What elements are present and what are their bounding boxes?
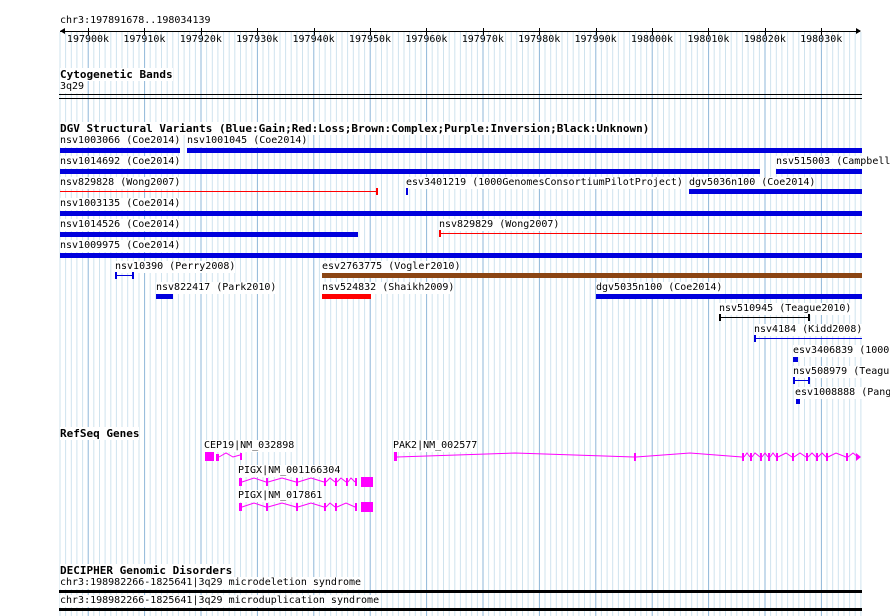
variant-bar-gain[interactable]: [60, 232, 358, 237]
variant-start-marker: [754, 335, 756, 342]
variant-bar-gain[interactable]: [689, 189, 862, 194]
variant-bar-loss[interactable]: [322, 294, 371, 299]
variant-bar-gain[interactable]: [596, 294, 862, 299]
ruler-tick-label: 197930k: [236, 34, 279, 45]
variant-label[interactable]: nsv1014692 (Coe2014): [60, 156, 181, 168]
variant-label[interactable]: nsv1001045 (Coe2014): [187, 135, 308, 147]
ruler-tick-label: 197980k: [518, 34, 561, 45]
variant-bar-small[interactable]: [406, 188, 408, 195]
variant-label[interactable]: esv1008888 (Pang: [795, 387, 890, 399]
ruler-axis: [60, 31, 860, 32]
variant-label[interactable]: nsv829828 (Wong2007): [60, 177, 181, 189]
gene-label[interactable]: CEP19|NM_032898: [204, 440, 295, 452]
ruler-tick-label: 197900k: [66, 34, 110, 45]
disorder-bar[interactable]: [59, 608, 862, 611]
variant-line-unknown[interactable]: [720, 317, 809, 318]
variant-line-gain[interactable]: [116, 275, 133, 276]
ruler-tick-label: 197940k: [292, 34, 335, 45]
variant-start-marker: [793, 377, 795, 384]
variant-bar-gain[interactable]: [60, 169, 760, 174]
gene-label[interactable]: PIGX|NM_017861: [238, 490, 323, 502]
variant-start-marker: [115, 272, 117, 279]
disorder-label[interactable]: chr3:198982266-1825641|3q29 microduplica…: [60, 595, 380, 607]
variant-end-marker: [808, 314, 810, 321]
track-title-decipher: DECIPHER Genomic Disorders: [60, 564, 233, 577]
variant-bar-complex[interactable]: [322, 273, 862, 278]
variant-label[interactable]: dgv5036n100 (Coe2014): [689, 177, 816, 189]
variant-label[interactable]: esv3406839 (10000: [793, 345, 890, 357]
variant-line-loss[interactable]: [439, 233, 862, 234]
gene-label[interactable]: PAK2|NM_002577: [393, 440, 478, 452]
genome-browser: chr3:197891678..198034139 197900k 197910k…: [0, 0, 890, 616]
ruler-tick-label: 197970k: [461, 34, 504, 45]
variant-bar-gain[interactable]: [60, 253, 862, 258]
cytoband-rule-top: [59, 94, 862, 95]
variant-label[interactable]: nsv524832 (Shaikh2009): [322, 282, 455, 294]
ruler-arrow-right-icon: [856, 28, 861, 34]
variant-label[interactable]: nsv510945 (Teague2010): [719, 303, 852, 315]
location-label: chr3:197891678..198034139: [60, 15, 211, 27]
variant-label[interactable]: esv3401219 (1000GenomesConsortiumPilotPr…: [406, 177, 683, 189]
ruler-tick-label: 197960k: [405, 34, 448, 45]
ruler-tick-label: 198030k: [800, 34, 843, 45]
variant-label[interactable]: nsv822417 (Park2010): [156, 282, 277, 294]
variant-line-gain[interactable]: [755, 338, 862, 339]
variant-start-marker: [719, 314, 721, 321]
cytoband-label: 3q29: [60, 81, 85, 93]
variant-label[interactable]: nsv515003 (Campbell: [776, 156, 890, 168]
ruler-tick-label: 198020k: [743, 34, 786, 45]
variant-label[interactable]: nsv1003135 (Coe2014): [60, 198, 181, 210]
variant-label[interactable]: nsv4184 (Kidd2008): [754, 324, 863, 336]
variant-label[interactable]: dgv5035n100 (Coe2014): [596, 282, 723, 294]
ruler-tick-label: 198000k: [630, 34, 674, 45]
variant-bar-gain[interactable]: [60, 211, 862, 216]
track-title-dgv: DGV Structural Variants (Blue:Gain;Red:L…: [60, 122, 650, 135]
disorder-bar[interactable]: [59, 590, 862, 593]
track-title-refseq: RefSeq Genes: [60, 427, 140, 440]
variant-bar-gain[interactable]: [156, 294, 173, 299]
variant-label[interactable]: nsv1009975 (Coe2014): [60, 240, 181, 252]
variant-label[interactable]: nsv1014526 (Coe2014): [60, 219, 181, 231]
ruler-tick-label: 197950k: [348, 34, 392, 45]
variant-end-marker: [376, 188, 378, 195]
variant-label[interactable]: nsv829829 (Wong2007): [439, 219, 560, 231]
track-title-cytobands: Cytogenetic Bands: [60, 68, 173, 81]
ruler-tick-label: 198010k: [687, 34, 730, 45]
variant-line-gain[interactable]: [794, 380, 809, 381]
variant-end-marker: [808, 377, 810, 384]
disorder-label[interactable]: chr3:198982266-1825641|3q29 microdeletio…: [60, 577, 362, 589]
ruler-tick-label: 197910k: [123, 34, 166, 45]
variant-bar-gain[interactable]: [793, 357, 798, 362]
cytoband-rule-bottom: [59, 98, 862, 99]
variant-bar-gain[interactable]: [187, 148, 862, 153]
ruler-tick-label: 197920k: [179, 34, 222, 45]
variant-bar-gain[interactable]: [60, 148, 180, 153]
variant-end-marker: [132, 272, 134, 279]
gene-label[interactable]: PIGX|NM_001166304: [238, 465, 341, 477]
variant-label[interactable]: nsv1003066 (Coe2014): [60, 135, 181, 147]
variant-bar-gain[interactable]: [796, 399, 800, 404]
variant-bar-gain[interactable]: [776, 169, 862, 174]
variant-line-loss[interactable]: [60, 191, 377, 192]
variant-label[interactable]: esv2763775 (Vogler2010): [322, 261, 461, 273]
ruler-tick-label: 197990k: [574, 34, 617, 45]
